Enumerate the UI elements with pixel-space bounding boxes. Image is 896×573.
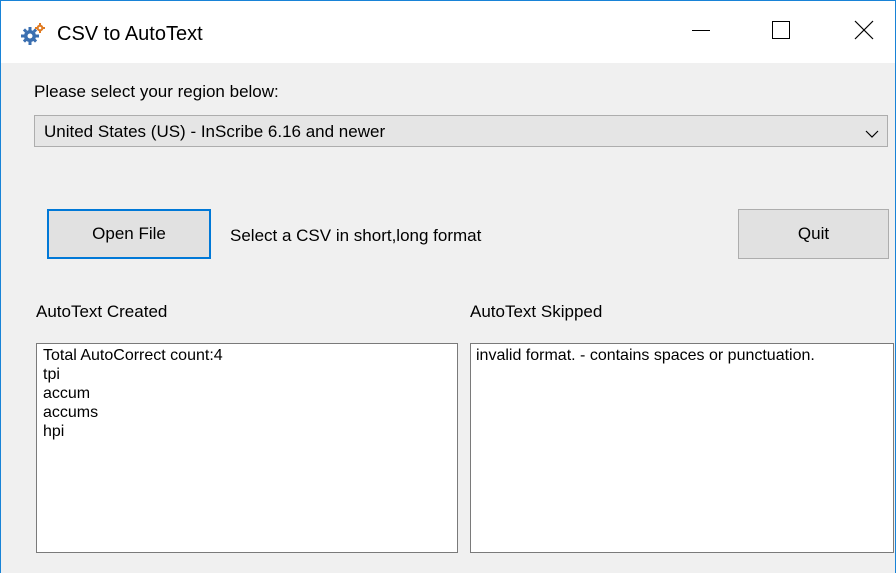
main-content: Please select your region below: United … (1, 63, 895, 573)
window-title: CSV to AutoText (57, 23, 203, 45)
app-window: CSV to AutoText Please select your regio… (0, 0, 896, 573)
maximize-button[interactable] (752, 9, 810, 55)
list-item: tpi (43, 366, 60, 383)
minimize-icon (691, 20, 711, 45)
close-icon (854, 20, 874, 45)
title-bar[interactable]: CSV to AutoText (1, 1, 895, 63)
autotext-created-label: AutoText Created (36, 302, 168, 321)
maximize-icon (771, 20, 791, 45)
quit-button[interactable]: Quit (738, 209, 889, 259)
region-label: Please select your region below: (34, 82, 279, 101)
autotext-created-list[interactable]: Total AutoCorrect count:4 tpi accum accu… (36, 343, 458, 553)
autotext-skipped-label: AutoText Skipped (470, 302, 603, 321)
region-select-value: United States (US) - InScribe 6.16 and n… (44, 122, 386, 141)
region-select[interactable]: United States (US) - InScribe 6.16 and n… (34, 115, 888, 147)
minimize-button[interactable] (672, 9, 730, 55)
open-file-button[interactable]: Open File (47, 209, 211, 259)
close-button[interactable] (835, 9, 893, 55)
gear-icon (21, 23, 45, 45)
list-item: hpi (43, 423, 65, 440)
list-item: invalid format. - contains spaces or pun… (476, 347, 815, 364)
chevron-down-icon (865, 126, 879, 138)
autotext-skipped-list[interactable]: invalid format. - contains spaces or pun… (470, 343, 894, 553)
list-item: accum (43, 385, 91, 402)
list-item: Total AutoCorrect count:4 (43, 347, 223, 364)
list-item: accums (43, 404, 99, 421)
csv-format-hint: Select a CSV in short,long format (230, 226, 482, 245)
